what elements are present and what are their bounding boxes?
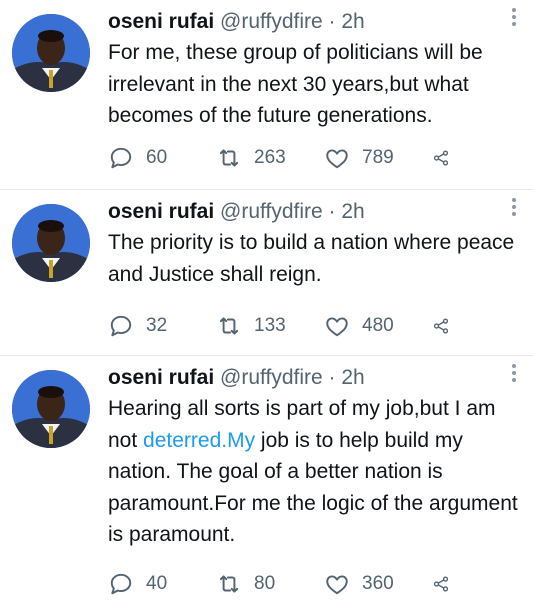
tweet-actions: 32 133 480 bbox=[108, 313, 493, 339]
tweet-text: The priority is to build a nation where … bbox=[108, 231, 515, 286]
share-button[interactable] bbox=[432, 145, 462, 171]
tweet-header: oseni rufai @ruffydfire · 2h bbox=[108, 8, 521, 36]
retweet-icon bbox=[219, 149, 239, 167]
author-name[interactable]: oseni rufai bbox=[108, 200, 214, 223]
separator-dot: · bbox=[328, 366, 336, 389]
like-button[interactable]: 480 bbox=[324, 313, 432, 339]
retweet-button[interactable]: 80 bbox=[216, 571, 324, 597]
more-icon[interactable] bbox=[509, 362, 519, 386]
reply-icon bbox=[110, 315, 132, 337]
timestamp[interactable]: 2h bbox=[341, 200, 364, 223]
share-icon bbox=[433, 576, 449, 592]
avatar[interactable] bbox=[12, 204, 90, 282]
retweet-icon bbox=[219, 575, 239, 593]
timestamp[interactable]: 2h bbox=[341, 10, 364, 33]
share-icon bbox=[433, 318, 449, 334]
heart-icon bbox=[326, 149, 348, 169]
tweet[interactable]: oseni rufai @ruffydfire · 2h The priorit… bbox=[0, 190, 533, 356]
tweet-header: oseni rufai @ruffydfire · 2h bbox=[108, 198, 521, 226]
retweet-count: 133 bbox=[254, 315, 286, 336]
timestamp[interactable]: 2h bbox=[341, 366, 364, 389]
retweet-count: 80 bbox=[254, 573, 276, 594]
tweet-text: For me, these group of politicians will … bbox=[108, 41, 483, 127]
author-handle[interactable]: @ruffydfire bbox=[220, 366, 323, 389]
retweet-icon bbox=[219, 317, 239, 335]
author-handle[interactable]: @ruffydfire bbox=[220, 10, 323, 33]
reply-button[interactable]: 60 bbox=[108, 145, 216, 171]
avatar[interactable] bbox=[12, 14, 90, 92]
tweet[interactable]: oseni rufai @ruffydfire · 2h Hearing all… bbox=[0, 356, 533, 603]
more-icon[interactable] bbox=[509, 6, 519, 30]
avatar[interactable] bbox=[12, 370, 90, 448]
reply-button[interactable]: 40 bbox=[108, 571, 216, 597]
like-count: 480 bbox=[362, 315, 394, 336]
share-button[interactable] bbox=[432, 313, 462, 339]
tweet-actions: 40 80 360 bbox=[108, 571, 493, 597]
author-name[interactable]: oseni rufai bbox=[108, 10, 214, 33]
retweet-button[interactable]: 133 bbox=[216, 313, 324, 339]
tweet-text: Hearing all sorts is part of my job,but … bbox=[108, 393, 521, 551]
tweet-link[interactable]: deterred.My bbox=[143, 429, 255, 452]
tweet-actions: 60 263 789 bbox=[108, 145, 493, 171]
like-count: 360 bbox=[362, 573, 394, 594]
share-icon bbox=[433, 150, 449, 166]
reply-icon bbox=[110, 147, 132, 169]
author-name[interactable]: oseni rufai bbox=[108, 366, 214, 389]
retweet-button[interactable]: 263 bbox=[216, 145, 324, 171]
like-count: 789 bbox=[362, 147, 394, 168]
reply-count: 60 bbox=[146, 147, 168, 168]
like-button[interactable]: 789 bbox=[324, 145, 432, 171]
tweet-header: oseni rufai @ruffydfire · 2h bbox=[108, 364, 521, 392]
reply-count: 32 bbox=[146, 315, 168, 336]
separator-dot: · bbox=[328, 10, 336, 33]
author-handle[interactable]: @ruffydfire bbox=[220, 200, 323, 223]
tweet[interactable]: oseni rufai @ruffydfire · 2h For me, the… bbox=[0, 0, 533, 190]
reply-button[interactable]: 32 bbox=[108, 313, 216, 339]
reply-count: 40 bbox=[146, 573, 168, 594]
heart-icon bbox=[326, 317, 348, 337]
more-icon[interactable] bbox=[509, 196, 519, 220]
reply-icon bbox=[110, 573, 132, 595]
share-button[interactable] bbox=[432, 571, 462, 597]
separator-dot: · bbox=[328, 200, 336, 223]
heart-icon bbox=[326, 575, 348, 595]
retweet-count: 263 bbox=[254, 147, 286, 168]
like-button[interactable]: 360 bbox=[324, 571, 432, 597]
